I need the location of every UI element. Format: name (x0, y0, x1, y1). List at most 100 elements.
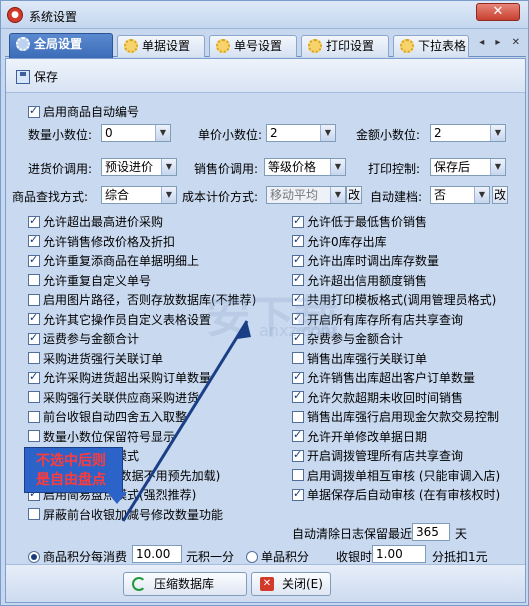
checkbox-box (292, 428, 304, 442)
purchase-price-select[interactable]: 预设进价 ▼ (101, 158, 177, 176)
callout-line: 不选中后则 (36, 453, 106, 469)
checkbox-label: 启用调拨单相互审核 (只能审调入店) (307, 468, 501, 483)
checkbox-box (28, 293, 40, 306)
print-control-select[interactable]: 保存后 ▼ (430, 158, 506, 176)
select-value: 2 (434, 126, 442, 140)
app-icon: ● (7, 7, 23, 23)
points-deduct-unit: 分抵扣1元 (432, 550, 488, 564)
auto-build-change-button[interactable]: 改 (492, 186, 508, 204)
checkbox-box (292, 487, 304, 501)
recycle-icon (132, 577, 146, 591)
points-per-spend-radio[interactable]: 商品积分每消费 (28, 548, 127, 565)
option-checkbox[interactable]: 销售出库强行启用现金欠款交易控制 (292, 408, 499, 425)
chevron-down-icon: ▼ (320, 125, 335, 141)
price-decimals-select[interactable]: 2 ▼ (266, 124, 336, 142)
option-checkbox[interactable]: 允许重复自定义单号 (28, 272, 151, 289)
points-deduct-input[interactable]: 1.00 (372, 545, 426, 563)
qty-decimals-label: 数量小数位: (28, 128, 93, 142)
gear-icon (124, 39, 138, 53)
tab-number-settings[interactable]: 单号设置 (209, 35, 297, 57)
tab-print-settings[interactable]: 打印设置 (301, 35, 389, 57)
tab-document-settings[interactable]: 单据设置 (117, 35, 205, 57)
tab-dropdown-table[interactable]: 下拉表格 (393, 35, 469, 57)
gear-icon (16, 37, 30, 51)
checkbox-box (28, 214, 40, 228)
auto-build-select[interactable]: 否 ▼ (430, 186, 490, 204)
chevron-down-icon: ▼ (330, 187, 345, 203)
option-checkbox[interactable]: 允许开单修改单据日期 (292, 428, 427, 445)
tab-nav-arrows[interactable]: ◂ ▸ ✕ (479, 37, 524, 48)
checkbox-box (292, 469, 304, 481)
qty-decimals-select[interactable]: 0 ▼ (101, 124, 171, 142)
single-item-points-radio[interactable]: 单品积分 (246, 548, 309, 565)
settings-window: ● 系统设置 ✕ 全局设置 单据设置 单号设置 打印设置 下拉表格 ◂ ▸ ✕ … (0, 0, 529, 606)
option-checkbox[interactable]: 允许采购进货超出采购订单数量 (28, 369, 211, 386)
checkbox-label: 允许出库时调出库存数量 (307, 254, 440, 268)
watermark-url: anxz.com (259, 321, 337, 340)
checkbox-box (28, 104, 40, 118)
auto-clear-days-input[interactable]: 365 (412, 523, 450, 541)
option-checkbox[interactable]: 单据保存后自动审核 (在有审核权时) (292, 486, 500, 503)
checkbox-label: 允许销售修改价格及折扣 (43, 234, 176, 249)
checkbox-box (28, 410, 40, 423)
points-spend-input[interactable]: 10.00 (132, 545, 182, 563)
option-checkbox[interactable]: 允许低于最低售价销售 (292, 213, 427, 230)
checkbox-box (292, 352, 304, 364)
toolbar: 保存 (6, 59, 525, 93)
chevron-down-icon: ▼ (490, 125, 505, 141)
option-checkbox[interactable]: 允许0库存出库 (292, 233, 387, 250)
print-control-label: 打印控制: (368, 162, 421, 176)
tab-global-settings[interactable]: 全局设置 (9, 33, 113, 58)
option-checkbox[interactable]: 启用调拨单相互审核 (只能审调入店) (292, 467, 500, 484)
option-checkbox[interactable]: 前台收银自动四舍五入取整 (28, 408, 187, 425)
checkbox-box (28, 352, 40, 364)
window-close-button[interactable]: ✕ (476, 3, 520, 21)
amount-decimals-select[interactable]: 2 ▼ (430, 124, 506, 142)
cash-points-label: 收银时 (336, 550, 373, 564)
option-checkbox[interactable]: 开启调拨管理所有店共享查询 (292, 447, 463, 464)
option-checkbox[interactable]: 允许销售修改价格及折扣 (28, 233, 175, 250)
chevron-down-icon: ▼ (161, 187, 176, 203)
option-checkbox[interactable]: 允许重复添商品在单据明细上 (28, 252, 199, 269)
search-mode-label: 商品查找方式: (12, 190, 89, 204)
option-checkbox[interactable]: 允许欠款超期未收回时间销售 (292, 389, 463, 406)
checkbox-label: 允许0库存出库 (307, 234, 387, 249)
select-value: 0 (105, 126, 113, 140)
select-value: 综合 (105, 188, 130, 202)
auto-code-checkbox[interactable]: 启用商品自动编号 (28, 103, 139, 120)
option-checkbox[interactable]: 允许其它操作员自定义表格设置 (28, 311, 211, 328)
checkbox-box (28, 274, 40, 286)
sale-price-label: 销售价调用: (194, 162, 259, 176)
save-label: 保存 (34, 70, 59, 84)
close-icon: ✕ (260, 577, 274, 591)
checkbox-label: 采购进货强行关联订单 (43, 351, 164, 366)
checkbox-box (28, 508, 40, 520)
checkbox-label: 允许超出最高进价采购 (43, 215, 164, 229)
checkbox-box (292, 253, 304, 267)
search-mode-select[interactable]: 综合 ▼ (101, 186, 177, 204)
select-value: 否 (434, 188, 447, 202)
tab-label: 下拉表格 (418, 39, 467, 53)
amount-decimals-label: 金额小数位: (356, 128, 421, 142)
chevron-down-icon: ▼ (161, 159, 176, 175)
option-checkbox[interactable]: 数量小数位保留符号显示 (28, 428, 175, 445)
checkbox-label: 允许其它操作员自定义表格设置 (43, 312, 212, 327)
save-button[interactable]: 保存 (16, 68, 58, 85)
option-checkbox[interactable]: 允许超出最高进价采购 (28, 213, 163, 230)
checkbox-box (28, 391, 40, 403)
compress-database-button[interactable]: 压缩数据库 (123, 572, 247, 596)
cost-method-select[interactable]: 移动平均 ▼ (266, 186, 346, 204)
option-checkbox[interactable]: 采购进货强行关联订单 (28, 350, 163, 367)
close-button[interactable]: ✕ 关闭(E) (251, 572, 331, 596)
option-checkbox[interactable]: 运费参与金额合计 (28, 330, 139, 347)
option-checkbox[interactable]: 屏蔽前台收银加减号修改数量功能 (28, 506, 223, 523)
option-checkbox[interactable]: 允许出库时调出库存数量 (292, 252, 439, 269)
option-checkbox[interactable]: 采购强行关联供应商采购进货 (28, 389, 199, 406)
sale-price-select[interactable]: 等级价格 ▼ (264, 158, 346, 176)
chevron-down-icon: ▼ (155, 125, 170, 141)
checkbox-box (28, 430, 40, 442)
checkbox-box (292, 370, 304, 384)
option-checkbox[interactable]: 允许销售出库超出客户订单数量 (292, 369, 475, 386)
cost-method-change-button[interactable]: 改 (346, 186, 362, 204)
option-checkbox[interactable]: 销售出库强行关联订单 (292, 350, 427, 367)
